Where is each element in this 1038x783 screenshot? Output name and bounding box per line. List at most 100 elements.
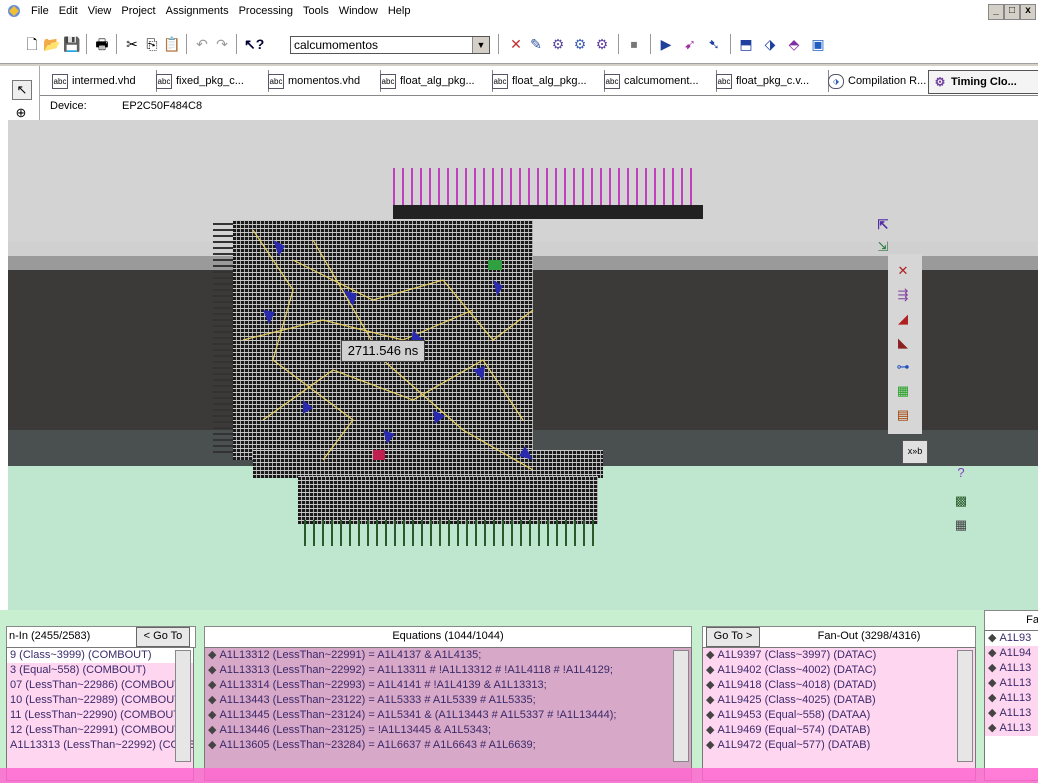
list-item[interactable]: 9 (Class~3999) (COMBOUT) [7,648,193,663]
list-item[interactable]: 07 (LessThan~22986) (COMBOUT [7,678,193,693]
tab-timing-closure[interactable]: ⚙ Timing Clo... [928,70,1038,94]
stop-icon[interactable]: ⏹ [624,35,644,53]
fanout-list[interactable]: ◆ A1L9397 (Class~3997) (DATAC) ◆ A1L9402 (… [702,647,976,781]
equations-list[interactable]: ◆ A1L13312 (LessThan~22991) = A1L4137 & A… [204,647,692,781]
project-selector[interactable]: calcumomentos ▼ [290,36,490,54]
list-item[interactable]: ◆ A1L94 [985,646,1038,661]
scrollbar[interactable] [175,650,191,762]
list-item[interactable]: ◆ A1L9469 (Equal~574) (DATAB) [703,723,975,738]
node-icon: ◆ [988,647,997,659]
tab-compilation-report[interactable]: ⬗ Compilation R... [824,70,933,92]
paste-icon[interactable]: 📋 [162,35,182,53]
list-item[interactable]: ◆ A1L93 [985,631,1038,646]
list-item[interactable]: ◆ A1L9472 (Equal~577) (DATAB) [703,738,975,753]
fanout-goto-button[interactable]: Go To > [706,627,760,647]
tab-float-alg-pkg-2[interactable]: abc float_alg_pkg... [488,70,605,92]
cut-icon[interactable]: ✂ [122,35,142,53]
programmer-icon[interactable]: ⬗ [760,35,780,53]
fanin-goto-button[interactable]: < Go To [136,627,190,647]
close-button[interactable]: x [1020,4,1036,20]
layer-icon[interactable]: ▤ [894,406,912,424]
new-file-icon[interactable]: 🗋 [22,35,42,53]
list-item[interactable]: 3 (Equal~558) (COMBOUT) [7,663,193,678]
legend-icon[interactable]: ▩ [952,492,970,510]
list-item[interactable]: ◆ A1L9397 (Class~3997) (DATAC) [703,648,975,663]
menu-help[interactable]: Help [383,0,416,22]
critical-path-icon[interactable]: ◢ [894,310,912,328]
tab-intermed-vhd[interactable]: abc intermed.vhd [48,70,157,92]
equation-row[interactable]: ◆ A1L13312 (LessThan~22991) = A1L4137 & A… [205,648,691,663]
synthesis-icon[interactable]: ⚙ [570,35,590,53]
fanin-list[interactable]: 9 (Class~3999) (COMBOUT) 3 (Equal~558) (… [6,647,194,781]
list-item[interactable]: ◆ A1L13 [985,691,1038,706]
start-compilation-icon[interactable]: ▶ [656,35,676,53]
chevron-down-icon[interactable]: ▼ [472,37,489,53]
tab-float-alg-pkg-1[interactable]: abc float_alg_pkg... [376,70,493,92]
chip-planner-icon[interactable]: ⬒ [736,35,756,53]
list-item[interactable]: ◆ A1L13 [985,661,1038,676]
save-icon[interactable]: 💾 [62,35,82,53]
fitter-icon[interactable]: ⚙ [592,35,612,53]
context-help-icon[interactable]: ↖? [244,35,264,53]
connection-icon[interactable]: ⊶ [894,358,912,376]
path-delay-icon[interactable]: ◣ [894,334,912,352]
menu-edit[interactable]: Edit [54,0,83,22]
redo-icon[interactable]: ↷ [212,35,232,53]
open-folder-icon[interactable]: 📂 [42,35,62,53]
selection-tool-icon[interactable]: ↖ [12,80,32,100]
horizontal-scrollbar[interactable] [0,768,1038,783]
delete-route-icon[interactable]: ✕ [894,262,912,280]
scrollbar[interactable] [673,650,689,762]
analysis-icon[interactable]: ⚙ [548,35,568,53]
pin-icon[interactable]: ⇱ [874,216,892,234]
settings-icon[interactable]: ✕ [506,35,526,53]
restore-button[interactable]: □ [1004,4,1020,20]
fanout-icon[interactable]: ⇶ [894,286,912,304]
equation-row[interactable]: ◆ A1L13605 (LessThan~23284) = A1L6637 # A… [205,738,691,753]
timing-analysis-icon[interactable]: ➷ [704,35,724,53]
menu-processing[interactable]: Processing [234,0,298,22]
vhdl-file-icon: abc [716,73,732,89]
grid-icon[interactable]: ▦ [894,382,912,400]
tab-momentos-vhd[interactable]: abc momentos.vhd [264,70,381,92]
list-item[interactable]: 12 (LessThan~22991) (COMBOUT [7,723,193,738]
equation-row[interactable]: ◆ A1L13443 (LessThan~23122) = A1L5333 # A… [205,693,691,708]
floorplan-view[interactable]: 2711.546 ns ⇱ ⇲ ✕ ⇶ ◢ ◣ ⊶ ▦ ▤ x»b ? ▩ ▦ [8,120,1038,610]
menu-window[interactable]: Window [334,0,383,22]
menu-view[interactable]: View [83,0,117,22]
list-item[interactable]: ◆ A1L9418 (Class~4018) (DATAD) [703,678,975,693]
copy-icon[interactable]: ⎘ [142,35,162,53]
fanout2-list[interactable]: ◆ A1L93 ◆ A1L94 ◆ A1L13 ◆ A1L13 ◆ A1L13 ◆ A1L1… [984,630,1038,781]
pin-planner-icon[interactable]: ✎ [526,35,546,53]
menu-project[interactable]: Project [116,0,160,22]
minimize-button[interactable]: _ [988,4,1004,20]
list-item[interactable]: A1L13313 (LessThan~22992) (COMBOUT [7,738,193,753]
equation-row[interactable]: ◆ A1L13445 (LessThan~23124) = A1L5341 & (… [205,708,691,723]
equation-row[interactable]: ◆ A1L13313 (LessThan~22992) = A1L13311 # … [205,663,691,678]
list-item[interactable]: ◆ A1L13 [985,721,1038,736]
print-icon[interactable]: 🖶 [92,35,112,53]
equation-row[interactable]: ◆ A1L13314 (LessThan~22993) = A1L4141 # !… [205,678,691,693]
list-item[interactable]: 11 (LessThan~22990) (COMBOUT [7,708,193,723]
floorplan-icon[interactable]: ▣ [808,35,828,53]
list-item[interactable]: ◆ A1L9402 (Class~4002) (DATAC) [703,663,975,678]
tab-fixed-pkg[interactable]: abc fixed_pkg_c... [152,70,269,92]
tab-calcumomentos[interactable]: abc calcumoment... [600,70,717,92]
rtl-viewer-icon[interactable]: ⬘ [784,35,804,53]
list-item[interactable]: 10 (LessThan~22989) (COMBOUT [7,693,193,708]
settings-grid-icon[interactable]: ▦ [952,516,970,534]
menu-assignments[interactable]: Assignments [161,0,234,22]
list-item[interactable]: ◆ A1L13 [985,706,1038,721]
start-analysis-icon[interactable]: ➹ [680,35,700,53]
help-icon[interactable]: ? [952,464,970,482]
list-item[interactable]: ◆ A1L13 [985,676,1038,691]
equation-row[interactable]: ◆ A1L13446 (LessThan~23125) = !A1L13445 &… [205,723,691,738]
undo-icon[interactable]: ↶ [192,35,212,53]
menu-file[interactable]: File [26,0,54,22]
scrollbar[interactable] [957,650,973,762]
list-item[interactable]: ◆ A1L9425 (Class~4025) (DATAB) [703,693,975,708]
tab-float-pkg-c[interactable]: abc float_pkg_c.v... [712,70,829,92]
menu-tools[interactable]: Tools [298,0,334,22]
expand-button[interactable]: x»b [902,440,928,464]
list-item[interactable]: ◆ A1L9453 (Equal~558) (DATAA) [703,708,975,723]
